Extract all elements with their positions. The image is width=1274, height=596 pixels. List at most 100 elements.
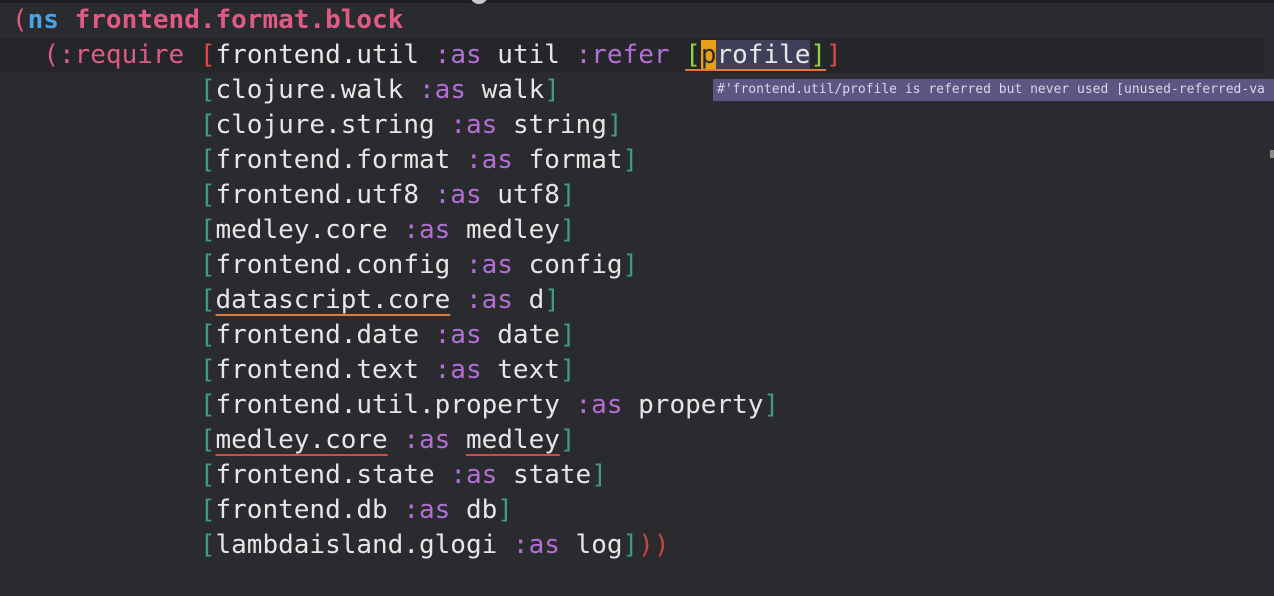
- alias-name: utf8: [497, 180, 560, 210]
- bracket-open: [: [199, 215, 216, 245]
- require-line: [frontend.utf8 :as utf8]: [12, 178, 576, 213]
- bracket-close: ]: [559, 355, 576, 385]
- bracket-open: [: [199, 75, 216, 105]
- bracket-open: [: [199, 390, 216, 420]
- ns-name: frontend.format.block: [74, 5, 404, 35]
- bracket-open: [: [199, 145, 216, 175]
- alias-name: string: [512, 110, 607, 140]
- lib-name: frontend.util.property: [215, 390, 560, 420]
- bracket-close: ]: [606, 110, 623, 140]
- alias-name: state: [512, 460, 592, 490]
- bracket-close: ]: [559, 180, 576, 210]
- alias-name: db: [465, 495, 498, 525]
- ns-open-paren: (: [12, 5, 28, 35]
- bracket-open: [: [199, 495, 216, 525]
- as-keyword: :as: [512, 530, 560, 560]
- require-line: [frontend.util.property :as property]: [12, 388, 779, 423]
- alias-name: text: [497, 355, 560, 385]
- require-line: [frontend.text :as text]: [12, 353, 576, 388]
- alias-name: d: [528, 285, 545, 315]
- bracket-close: ]: [591, 460, 607, 490]
- bracket-open: [: [199, 355, 216, 385]
- bracket-close: ]: [826, 40, 842, 70]
- alias-name: util: [497, 40, 560, 70]
- as-keyword: :as: [450, 460, 498, 490]
- bracket-close: ]: [544, 285, 560, 315]
- bracket-close: ]: [497, 495, 513, 525]
- require-line: [clojure.string :as string]: [12, 108, 623, 143]
- require-line: [frontend.format :as format]: [12, 143, 638, 178]
- require-line: [frontend.date :as date]: [12, 318, 576, 353]
- refer-symbol-profile[interactable]: profile: [700, 40, 811, 70]
- as-keyword: :as: [450, 110, 498, 140]
- lib-name: frontend.config: [215, 250, 451, 280]
- as-keyword: :as: [575, 390, 623, 420]
- bracket-close: ]: [622, 530, 639, 560]
- as-keyword: :as: [465, 250, 513, 280]
- as-keyword: :as: [403, 425, 451, 455]
- require-line: [datascript.core :as d]: [12, 283, 560, 318]
- bracket-close: ]: [544, 75, 560, 105]
- bracket-open: [: [199, 285, 216, 315]
- alias-name: property: [638, 390, 764, 420]
- as-keyword: :as: [465, 285, 513, 315]
- alias-name: config: [528, 250, 623, 280]
- as-keyword: :as: [403, 215, 451, 245]
- bracket-open: [: [199, 460, 216, 490]
- require-line: [medley.core :as medley]: [12, 213, 576, 248]
- as-keyword: :as: [419, 75, 466, 105]
- lib-name: medley.core: [215, 425, 388, 455]
- lib-name: frontend.utf8: [215, 180, 420, 210]
- require-line: [medley.core :as medley]: [12, 423, 576, 458]
- bracket-open: [: [199, 425, 216, 455]
- refer-vector-open: [: [685, 40, 701, 70]
- require-line: [clojure.walk :as walk]: [12, 73, 560, 108]
- code-line-require: (:require [frontend.util :as util :refer…: [12, 38, 842, 73]
- require-line: [frontend.db :as db]: [12, 493, 513, 528]
- lib-name: frontend.date: [215, 320, 420, 350]
- bracket-close: ]: [559, 215, 576, 245]
- bracket-close: ]: [559, 425, 576, 455]
- alias-name: medley: [465, 215, 560, 245]
- as-keyword: :as: [434, 180, 482, 210]
- bracket-close: ]: [763, 390, 780, 420]
- bracket-close: ]: [622, 145, 639, 175]
- closing-parens: )): [638, 530, 670, 560]
- as-keyword: :as: [434, 40, 482, 70]
- require-keyword: (:require: [43, 40, 185, 70]
- lib-name: medley.core: [215, 215, 388, 245]
- bracket-close: ]: [559, 320, 576, 350]
- require-line: [frontend.state :as state]: [12, 458, 607, 493]
- bracket-open: [: [199, 530, 216, 560]
- as-keyword: :as: [403, 495, 451, 525]
- ns-keyword: ns: [27, 5, 59, 35]
- refer-vector-close: ]: [810, 40, 827, 70]
- lib-name: frontend.db: [215, 495, 388, 525]
- alias-name: medley: [465, 425, 560, 455]
- lib-name: clojure.walk: [215, 75, 404, 105]
- lib-name: lambdaisland.glogi: [215, 530, 498, 560]
- bracket-open: [: [199, 250, 216, 280]
- require-line: [lambdaisland.glogi :as log])): [12, 528, 670, 563]
- lib-name: datascript.core: [215, 285, 451, 315]
- bracket-open: [: [199, 40, 216, 70]
- lib-name: clojure.string: [215, 110, 435, 140]
- as-keyword: :as: [465, 145, 513, 175]
- refer-keyword: :refer: [575, 40, 670, 70]
- alias-name: format: [528, 145, 623, 175]
- code-line-ns: (ns frontend.format.block: [12, 3, 403, 38]
- require-line: [frontend.config :as config]: [12, 248, 638, 283]
- lib-name: frontend.text: [215, 355, 420, 385]
- lib-name: frontend.util: [215, 40, 420, 70]
- alias-name: walk: [481, 75, 545, 105]
- lib-name: frontend.format: [215, 145, 451, 175]
- scrollbar-marker[interactable]: [1270, 150, 1274, 158]
- bracket-open: [: [199, 320, 216, 350]
- alias-name: date: [497, 320, 560, 350]
- lib-name: frontend.state: [215, 460, 435, 490]
- lint-warning-tooltip: #'frontend.util/profile is referred but …: [713, 79, 1274, 101]
- as-keyword: :as: [434, 320, 482, 350]
- bracket-open: [: [199, 110, 216, 140]
- alias-name: log: [575, 530, 623, 560]
- bracket-close: ]: [622, 250, 639, 280]
